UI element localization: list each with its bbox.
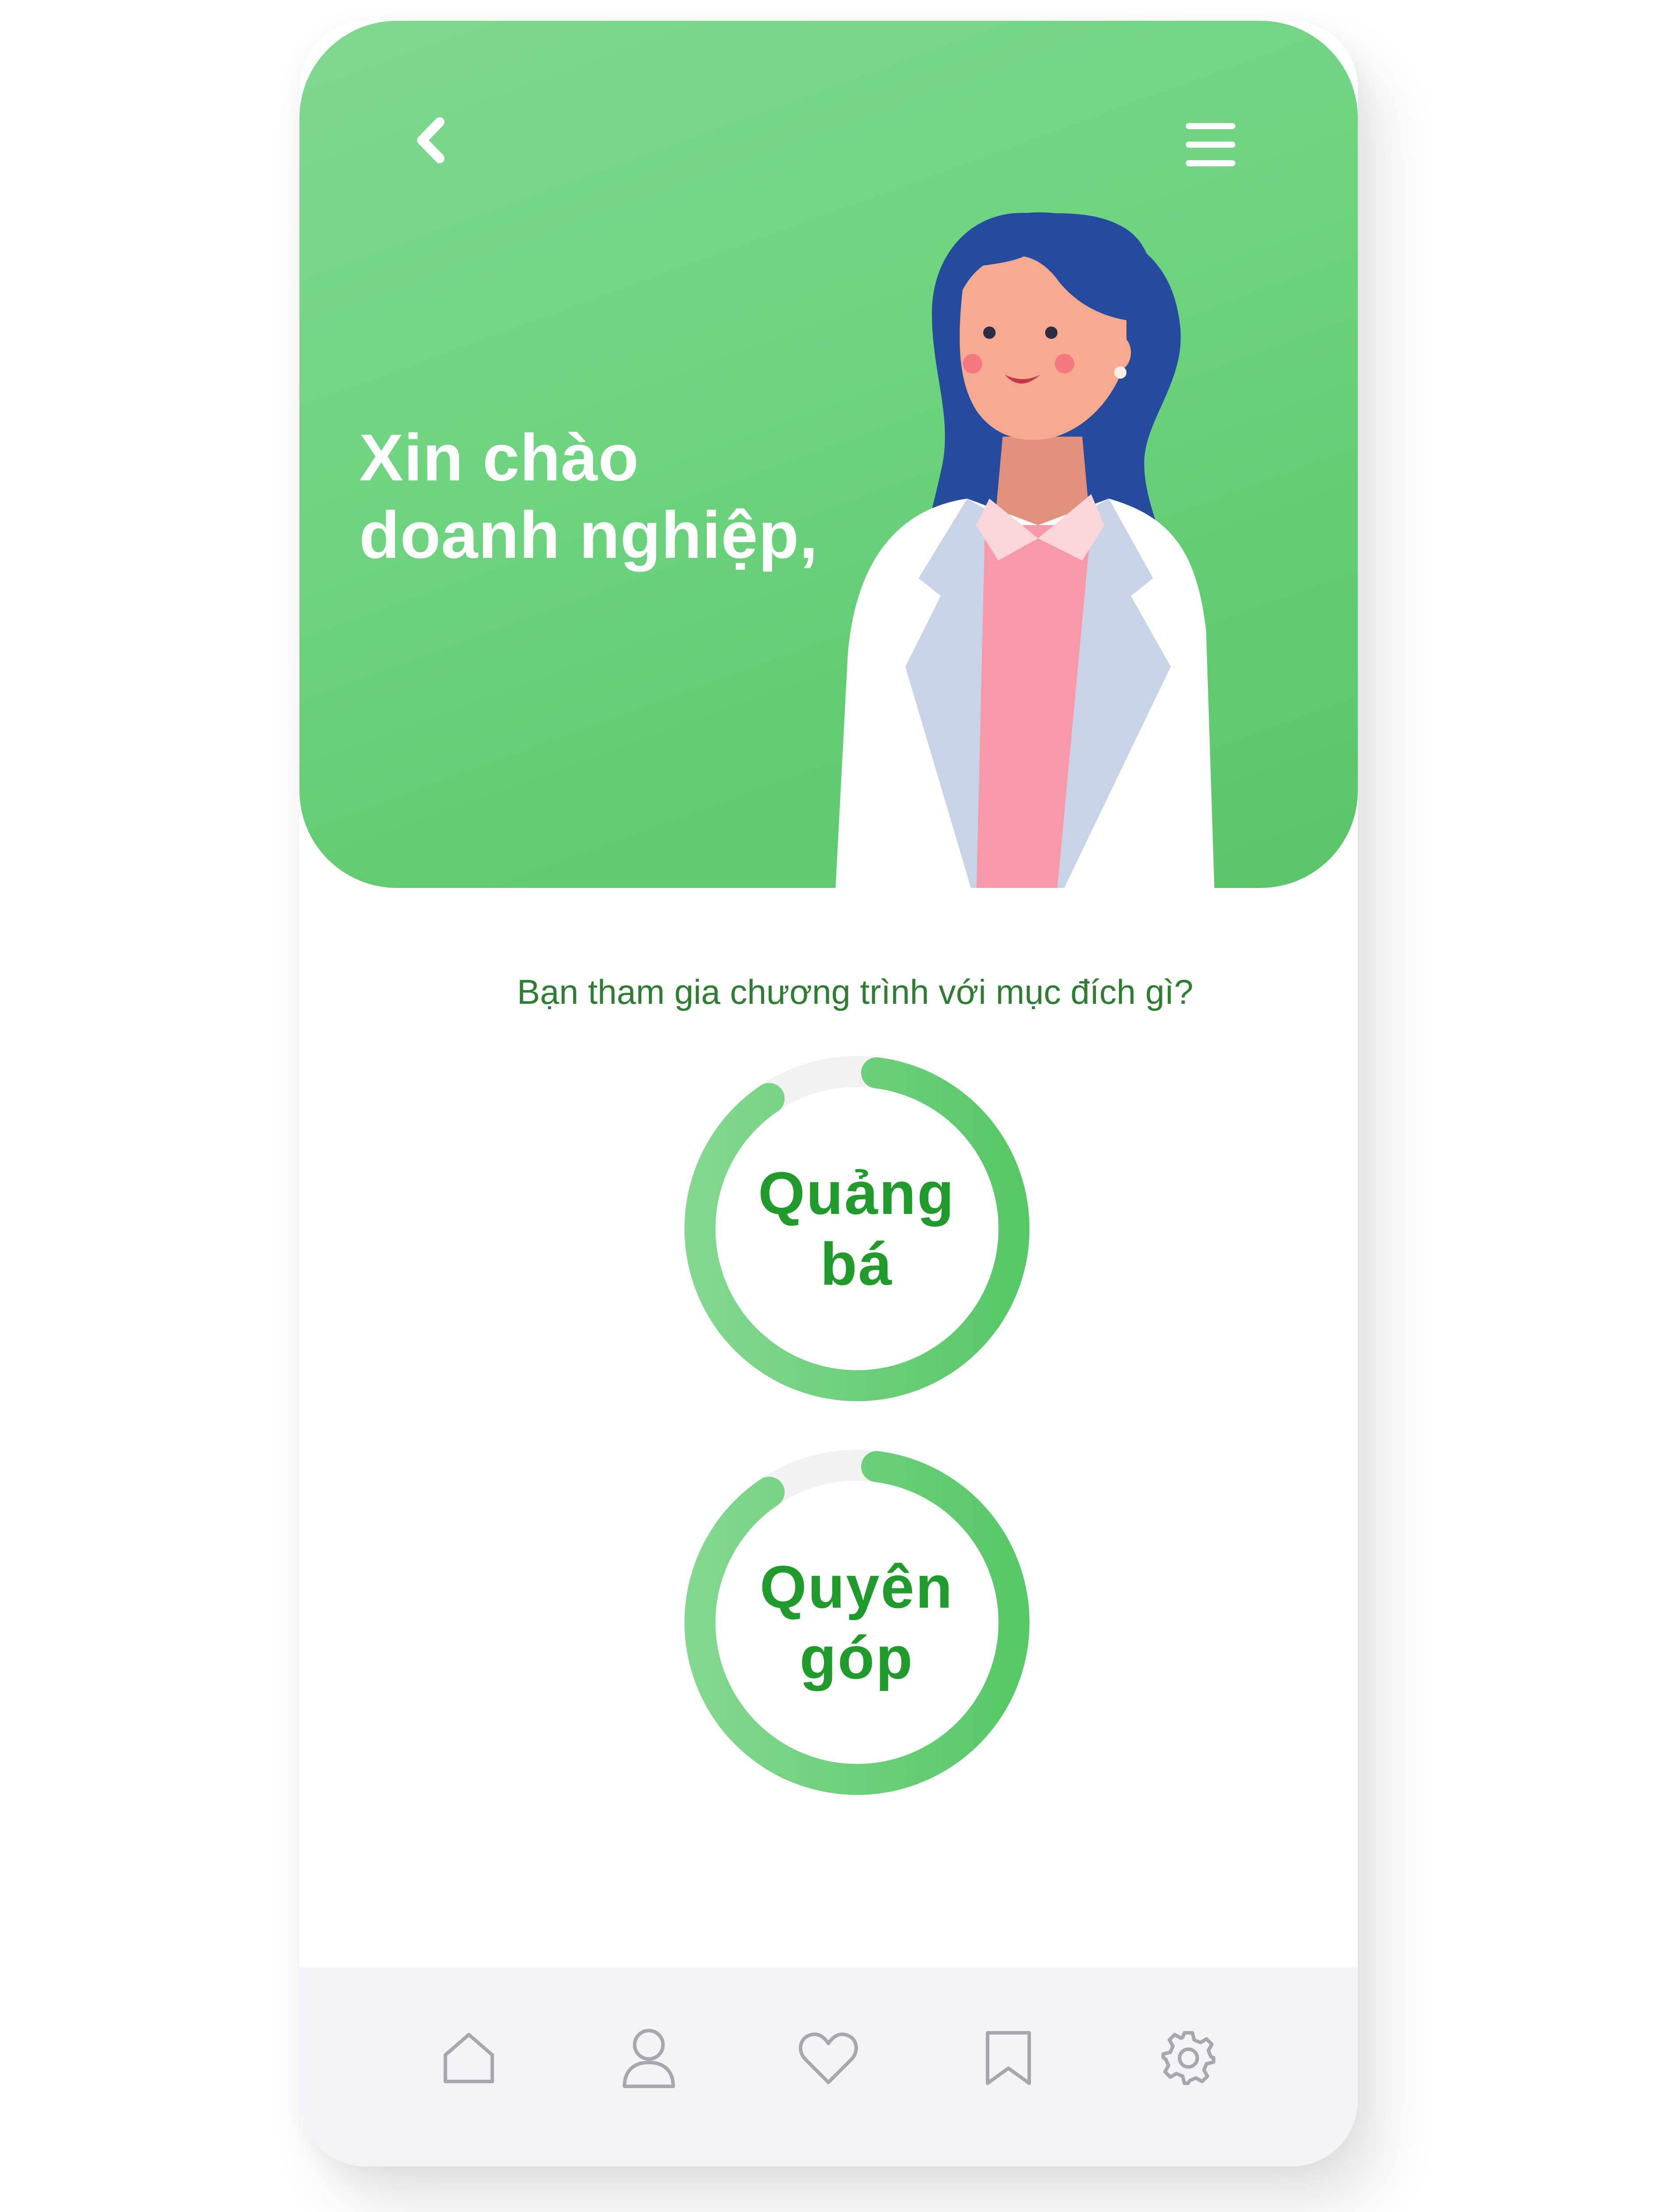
option-label-line-2: bá (820, 1230, 893, 1298)
heart-icon (799, 2032, 858, 2084)
tab-settings[interactable] (1155, 2025, 1222, 2091)
user-icon (622, 2029, 675, 2088)
greeting-line-1: Xin chào (359, 420, 640, 495)
bottom-tab-bar (299, 1967, 1358, 2166)
phone-screen: Xin chào doanh nghiệp, Bạn tham gia chươ… (299, 21, 1358, 2166)
option-label-line-1: Quyên (759, 1553, 954, 1621)
option-donate[interactable]: Quyên góp (680, 1445, 1034, 1799)
tab-home[interactable] (436, 2025, 502, 2091)
option-label-line-2: góp (799, 1624, 914, 1691)
home-icon (444, 2033, 494, 2083)
back-button[interactable] (392, 100, 472, 180)
question-text: Bạn tham gia chương trình với mục đích g… (517, 972, 1193, 1011)
doctor-illustration (835, 212, 1215, 888)
menu-button[interactable] (1166, 105, 1255, 184)
option-promote[interactable]: Quảng bá (680, 1052, 1034, 1406)
tab-favorites[interactable] (795, 2025, 862, 2091)
option-label: Quyên góp (680, 1445, 1034, 1799)
chevron-left-icon (417, 117, 444, 163)
option-label: Quảng bá (680, 1052, 1034, 1406)
bookmark-icon (986, 2031, 1031, 2085)
header-banner: Xin chào doanh nghiệp, (299, 21, 1358, 888)
gear-icon (1161, 2031, 1215, 2085)
tab-profile[interactable] (616, 2025, 682, 2091)
greeting: Xin chào doanh nghiệp, (359, 419, 818, 574)
option-label-line-1: Quảng (758, 1160, 955, 1227)
greeting-line-2: doanh nghiệp, (359, 498, 818, 572)
tab-saved[interactable] (975, 2025, 1042, 2091)
hamburger-menu-icon (1186, 123, 1235, 166)
